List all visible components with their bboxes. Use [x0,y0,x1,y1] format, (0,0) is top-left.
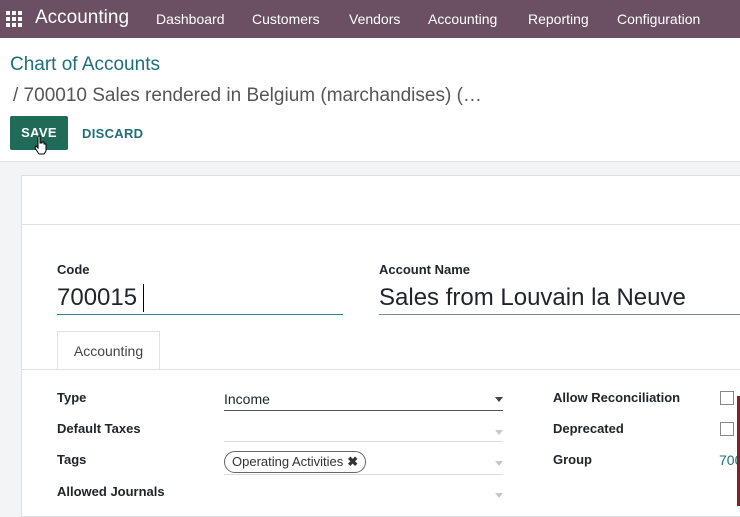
menu-vendors[interactable]: Vendors [349,11,400,27]
chevron-down-icon[interactable] [495,397,503,402]
account-name-underline [379,314,740,315]
tag-chip-label: Operating Activities [232,454,344,469]
account-name-input[interactable]: Sales from Louvain la Neuve [379,284,686,312]
discard-button[interactable]: DISCARD [82,126,143,141]
default-taxes-label: Default Taxes [57,421,141,436]
code-label: Code [57,262,90,277]
code-input[interactable]: 700015 [57,284,137,312]
chevron-down-icon[interactable] [495,461,503,466]
apps-menu-icon[interactable] [6,11,22,27]
type-underline [224,410,503,411]
close-icon[interactable]: ✖ [347,454,358,469]
allowed-journals-label: Allowed Journals [57,484,165,499]
allow-reconciliation-label: Allow Reconciliation [553,390,681,405]
tags-input[interactable] [224,474,503,475]
menu-dashboard[interactable]: Dashboard [156,11,225,27]
breadcrumb-current: / 700010 Sales rendered in Belgium (marc… [13,85,482,106]
group-label: Group [553,452,592,467]
code-underline [57,314,343,315]
chevron-down-icon[interactable] [495,493,503,498]
sheet-divider [22,224,740,225]
allow-reconciliation-checkbox[interactable] [720,391,734,405]
breadcrumb-parent[interactable]: Chart of Accounts [10,54,160,76]
type-label: Type [57,390,87,405]
app-name[interactable]: Accounting [35,7,129,29]
menu-configuration[interactable]: Configuration [617,11,700,27]
tab-divider [21,369,740,370]
menu-customers[interactable]: Customers [252,11,320,27]
deprecated-checkbox[interactable] [720,422,734,436]
tab-accounting[interactable]: Accounting [57,331,160,370]
text-caret [143,284,144,312]
tags-label: Tags [57,452,87,467]
chevron-down-icon[interactable] [495,430,503,435]
type-select[interactable]: Income [224,391,270,407]
top-navbar: Accounting Dashboard Customers Vendors A… [0,0,740,38]
account-name-label: Account Name [379,262,471,277]
default-taxes-input[interactable] [224,441,503,442]
hand-cursor-icon [34,135,47,155]
menu-reporting[interactable]: Reporting [528,11,589,27]
menu-accounting[interactable]: Accounting [428,11,497,27]
deprecated-label: Deprecated [553,421,624,436]
control-panel: Chart of Accounts / 700010 Sales rendere… [0,38,740,162]
tag-chip[interactable]: Operating Activities ✖ [224,451,367,473]
